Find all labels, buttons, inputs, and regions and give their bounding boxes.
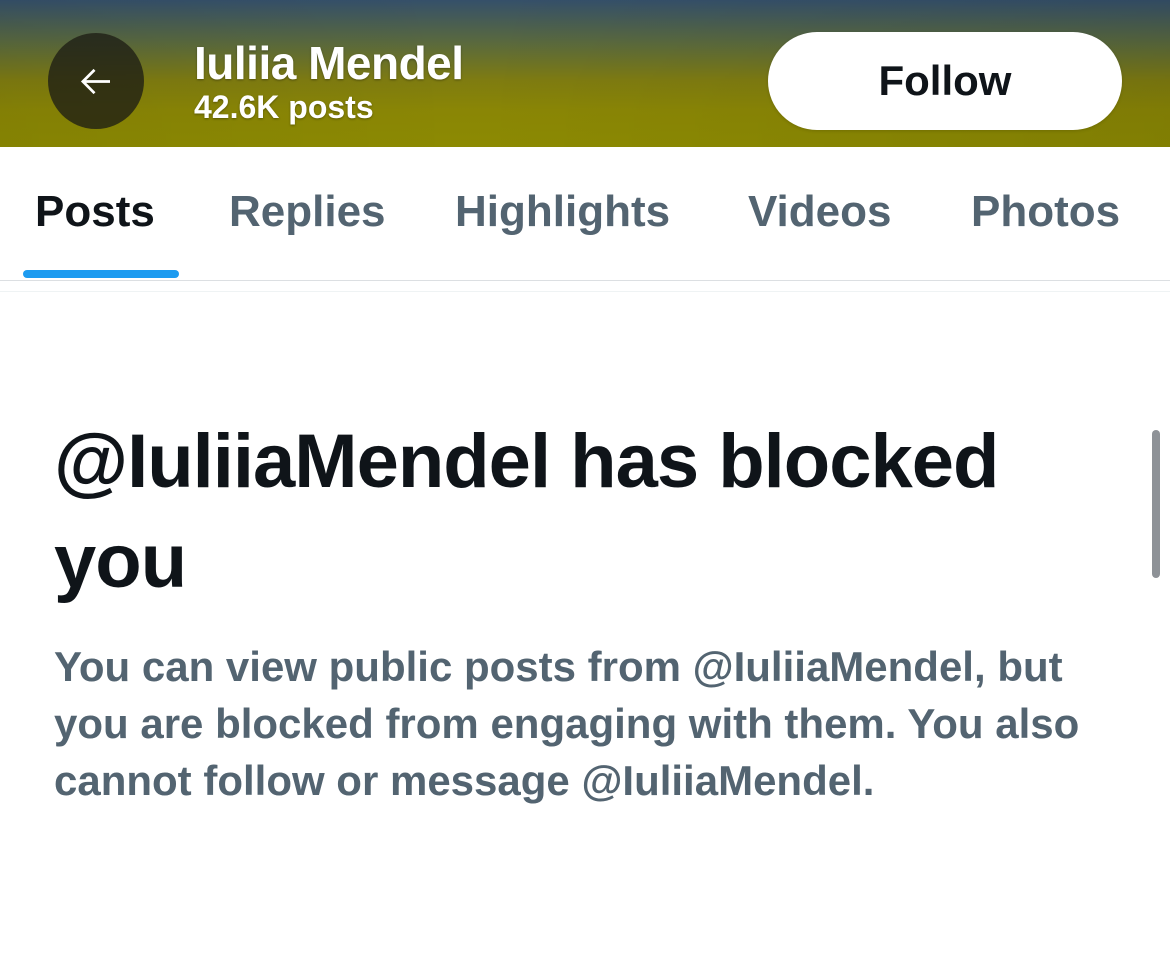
tab-videos[interactable]: Videos bbox=[748, 187, 891, 237]
arrow-left-icon bbox=[80, 68, 110, 95]
tab-photos[interactable]: Photos bbox=[971, 187, 1120, 237]
blocked-heading: @IuliiaMendel has blocked you bbox=[54, 419, 999, 604]
divider bbox=[0, 291, 1170, 292]
tab-highlights[interactable]: Highlights bbox=[455, 187, 670, 237]
tab-replies[interactable]: Replies bbox=[229, 187, 386, 237]
follow-button[interactable]: Follow bbox=[768, 32, 1122, 130]
profile-header: Iuliia Mendel 42.6K posts Follow bbox=[0, 0, 1170, 147]
profile-tabs: Posts Replies Highlights Videos Photos bbox=[0, 147, 1170, 281]
header-title-block: Iuliia Mendel 42.6K posts bbox=[194, 36, 464, 126]
back-button[interactable] bbox=[48, 33, 144, 129]
scrollbar[interactable] bbox=[1152, 430, 1160, 578]
active-tab-indicator bbox=[23, 270, 179, 278]
tab-posts[interactable]: Posts bbox=[35, 187, 155, 237]
blocked-message: You can view public posts from @IuliiaMe… bbox=[54, 643, 1080, 804]
profile-name: Iuliia Mendel bbox=[194, 37, 464, 89]
post-count: 42.6K posts bbox=[194, 89, 374, 125]
